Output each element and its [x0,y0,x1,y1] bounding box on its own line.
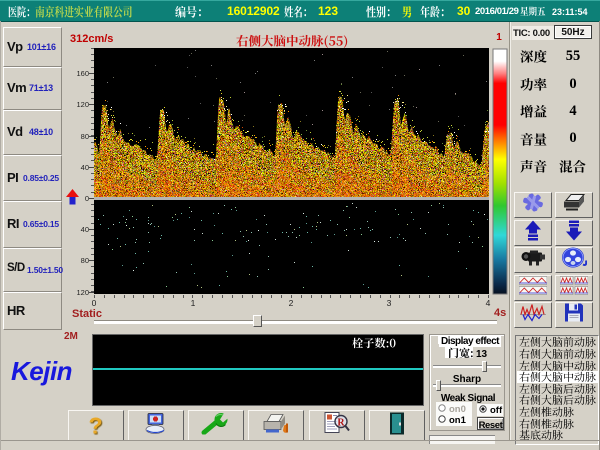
svg-text:R: R [337,417,345,428]
